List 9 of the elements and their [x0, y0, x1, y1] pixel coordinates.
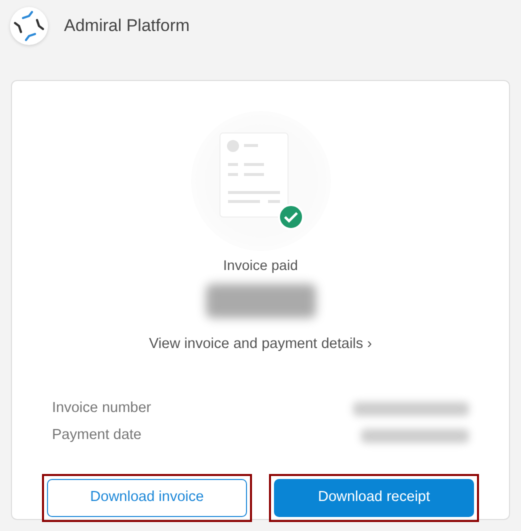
- download-button[interactable]: Download invoice: [47, 478, 247, 517]
- status-label: Invoice paid: [223, 256, 298, 275]
- app-title: Admiral Platform: [64, 15, 190, 38]
- invoice-paid-icon: [218, 131, 304, 231]
- field-label: Payment date: [52, 426, 142, 446]
- logo-icon: [10, 7, 48, 45]
- field-label: Invoice number: [52, 399, 152, 418]
- download-button[interactable]: Download receipt: [274, 478, 474, 517]
- details-link[interactable]: View invoice and payment details ›: [149, 334, 372, 356]
